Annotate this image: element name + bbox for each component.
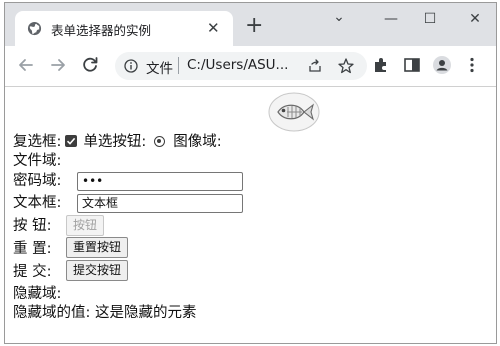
extensions-puzzle-icon[interactable] [370,54,392,76]
text-row: 文本框: [13,194,61,212]
star-bookmark-icon[interactable] [337,57,355,75]
globe-icon [27,21,42,36]
tab-close-icon[interactable]: ✕ [207,19,220,37]
url-scheme-label: 文件 [146,61,173,77]
password-row: 密码域: [13,172,61,190]
restore-button[interactable]: ☐ [418,9,442,29]
share-icon[interactable] [307,58,323,74]
password-label: 密码域: [13,173,62,189]
plain-button[interactable]: 按钮 [66,215,105,236]
password-input[interactable]: ••• [77,172,243,191]
fish-image-button[interactable] [268,92,320,132]
reset-label: 重 置: [13,241,52,257]
page-content: 复选框: 单选按钮: 图像域: 文件域: 密码域: ••• 文本框: 文本框 按 钮… [5,87,496,343]
hidden-field-label: 隐藏域: [13,286,62,302]
browser-window: 表单选择器的实例 ✕ + ⌄ — ☐ ✕ 文件 C:/Users/ASU... … [4,2,497,344]
image-field-label: 图像域: [173,134,222,150]
address-bar[interactable]: 文件 C:/Users/ASU... [115,52,367,80]
tab-search-chevron-icon[interactable]: ⌄ [327,7,351,27]
reset-row: 重 置: [13,240,52,258]
checkbox-checked[interactable] [65,135,78,147]
radio-selected[interactable] [154,136,166,147]
check-icon [67,137,76,145]
submit-row: 提 交: [13,263,52,281]
button-row: 按 钮: [13,217,52,235]
radio-label: 单选按钮: [83,134,147,150]
file-row: 文件域: [13,152,61,170]
tab-strip: 表单选择器的实例 ✕ + ⌄ — ☐ ✕ [5,3,496,46]
submit-button[interactable]: 提交按钮 [66,260,129,281]
hidden-value-text: 隐藏域的值: 这是隐藏的元素 [13,305,197,321]
reload-icon[interactable] [79,54,101,76]
text-input[interactable]: 文本框 [77,194,243,213]
file-field-label: 文件域: [13,153,62,169]
minimize-button[interactable]: — [379,9,403,29]
profile-avatar-icon[interactable] [431,54,453,76]
choice-row: 复选框: 单选按钮: 图像域: [13,133,222,151]
kebab-menu-icon[interactable] [461,54,483,76]
url-divider [178,57,179,74]
tab-title: 表单选择器的实例 [51,23,152,38]
text-field-label: 文本框: [13,195,62,211]
forward-arrow-icon[interactable] [47,54,69,76]
new-tab-button[interactable]: + [245,15,263,37]
info-icon[interactable] [124,59,138,73]
hidden-row: 隐藏域: [13,285,61,303]
button-label: 按 钮: [13,218,52,234]
hidden-value-row: 隐藏域的值: 这是隐藏的元素 [13,304,197,322]
url-text[interactable]: C:/Users/ASU... [187,57,288,73]
reset-button[interactable]: 重置按钮 [66,237,129,258]
close-window-button[interactable]: ✕ [463,9,487,29]
back-arrow-icon[interactable] [15,54,37,76]
browser-toolbar: 文件 C:/Users/ASU... [5,46,496,87]
checkbox-label: 复选框: [13,134,62,150]
side-panel-icon[interactable] [401,54,423,76]
submit-label: 提 交: [13,264,52,280]
browser-tab[interactable]: 表单选择器的实例 ✕ [15,11,233,46]
